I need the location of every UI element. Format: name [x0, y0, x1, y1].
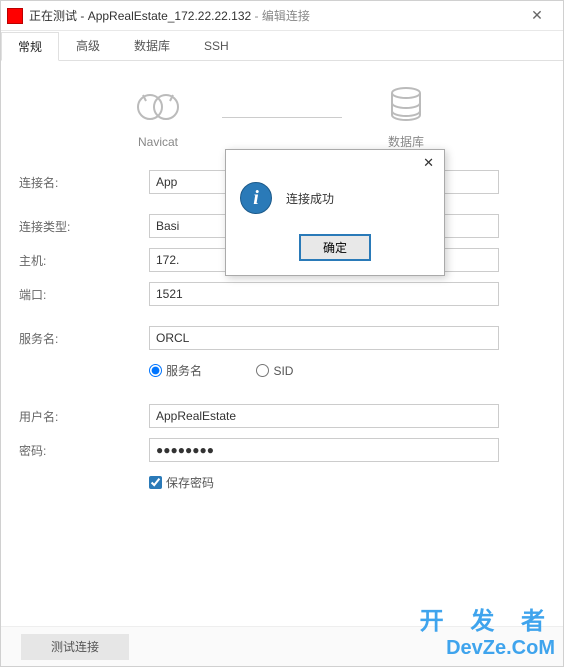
info-icon: i	[240, 182, 272, 214]
title-status: 正在测试	[29, 9, 77, 23]
port-input[interactable]	[149, 282, 499, 306]
label-pass: 密码:	[19, 442, 149, 459]
label-service: 服务名:	[19, 330, 149, 347]
user-input[interactable]	[149, 404, 499, 428]
app-icon	[7, 8, 23, 24]
tab-database[interactable]: 数据库	[117, 31, 187, 60]
dialog-window: 正在测试 - AppRealEstate_172.22.22.132 - 编辑连…	[0, 0, 564, 667]
footer: 测试连接	[1, 626, 563, 666]
message-dialog: ✕ i 连接成功 确定	[225, 149, 445, 276]
label-host: 主机:	[19, 252, 149, 269]
dialog-close-icon[interactable]: ✕	[419, 155, 438, 171]
diagram-right-label: 数据库	[388, 133, 424, 150]
label-conn-type: 连接类型:	[19, 218, 149, 235]
close-icon[interactable]: ✕	[517, 7, 557, 24]
radio-service[interactable]: 服务名	[149, 362, 202, 379]
database-icon	[386, 85, 426, 125]
label-conn-name: 连接名:	[19, 174, 149, 191]
tab-general[interactable]: 常规	[1, 32, 59, 61]
titlebar: 正在测试 - AppRealEstate_172.22.22.132 - 编辑连…	[1, 1, 563, 31]
title-mode: 编辑连接	[262, 9, 310, 23]
form-body: Navicat 数据库 连接名: 连接类型: 主机	[1, 61, 563, 526]
tab-advanced[interactable]: 高级	[59, 31, 117, 60]
navicat-icon	[136, 87, 180, 127]
diagram-line	[222, 117, 342, 118]
pass-input[interactable]	[149, 438, 499, 462]
ok-button[interactable]: 确定	[299, 234, 371, 261]
radio-sid[interactable]: SID	[256, 364, 293, 378]
label-user: 用户名:	[19, 408, 149, 425]
test-connection-button[interactable]: 测试连接	[21, 634, 129, 660]
label-port: 端口:	[19, 286, 149, 303]
window-title: 正在测试 - AppRealEstate_172.22.22.132 - 编辑连…	[29, 7, 310, 24]
title-name: AppRealEstate_172.22.22.132	[88, 9, 251, 23]
connection-diagram: Navicat 数据库	[19, 85, 545, 150]
tabs: 常规 高级 数据库 SSH	[1, 31, 563, 61]
dialog-message: 连接成功	[286, 190, 334, 207]
tab-ssh[interactable]: SSH	[187, 31, 246, 60]
service-input[interactable]	[149, 326, 499, 350]
diagram-left-label: Navicat	[138, 135, 178, 149]
save-password-checkbox[interactable]: 保存密码	[149, 474, 214, 491]
